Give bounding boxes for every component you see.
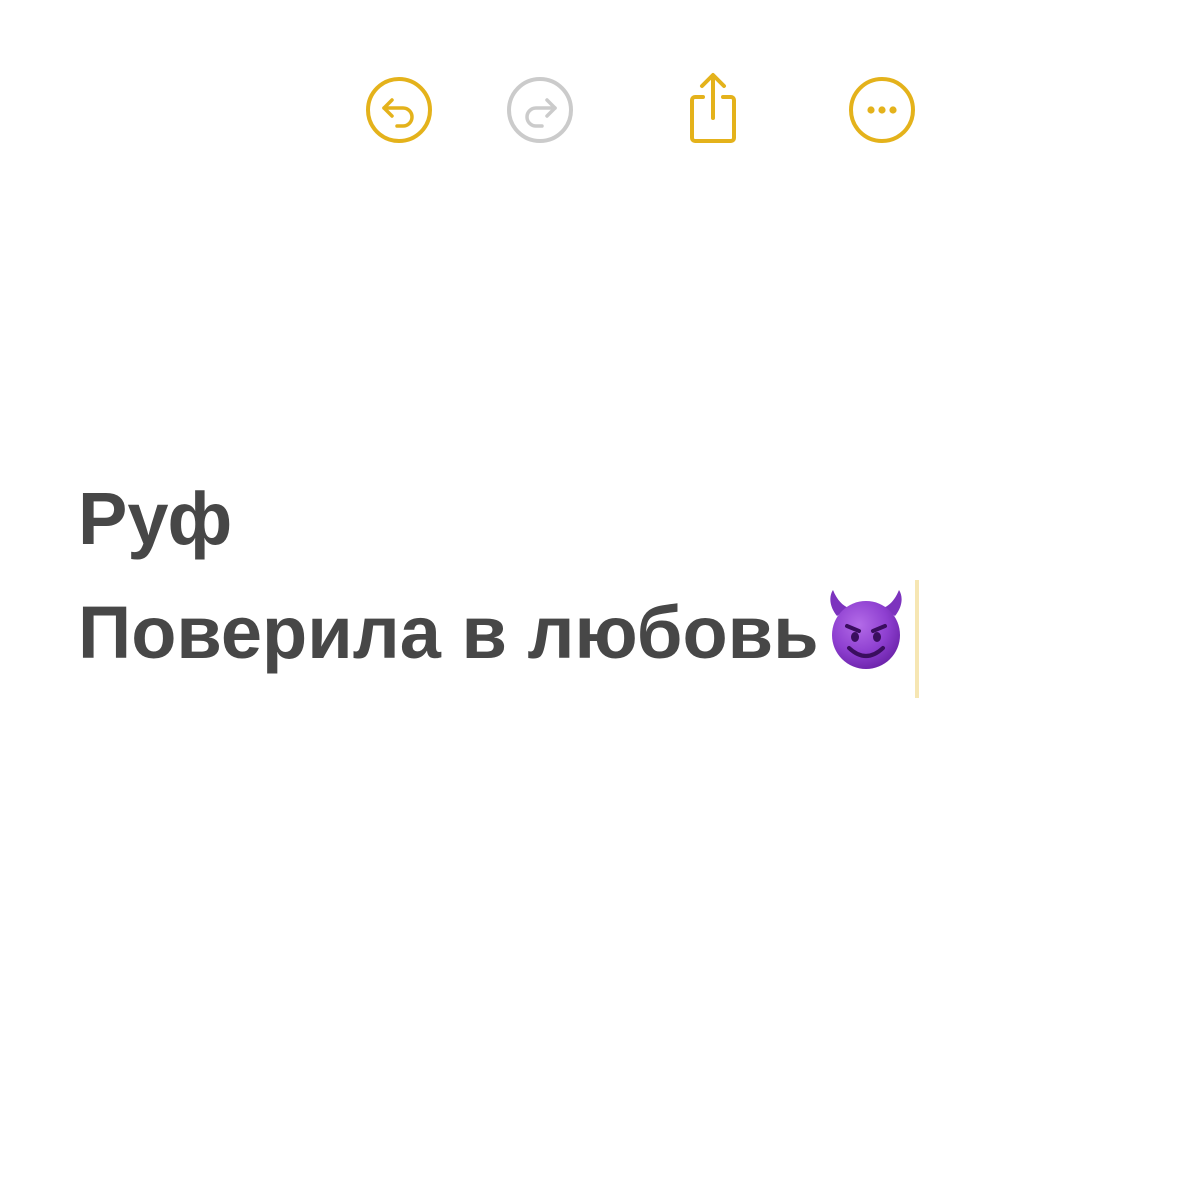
editor-toolbar	[0, 70, 1200, 150]
share-icon	[690, 73, 736, 143]
note-title: Руф	[78, 477, 233, 560]
share-button[interactable]	[673, 70, 753, 150]
redo-button[interactable]	[500, 70, 580, 150]
note-content[interactable]: Руф Поверила в любовь	[78, 462, 919, 698]
redo-icon	[507, 77, 573, 143]
more-icon	[849, 77, 915, 143]
smiling-devil-emoji-icon	[823, 586, 909, 672]
note-body-line: Поверила в любовь	[78, 576, 919, 698]
note-body-text: Поверила в любовь	[78, 591, 819, 674]
notes-editor-screen: Руф Поверила в любовь	[0, 0, 1200, 1200]
more-button[interactable]	[842, 70, 922, 150]
undo-button[interactable]	[359, 70, 439, 150]
undo-icon	[366, 77, 432, 143]
text-cursor	[914, 580, 919, 698]
